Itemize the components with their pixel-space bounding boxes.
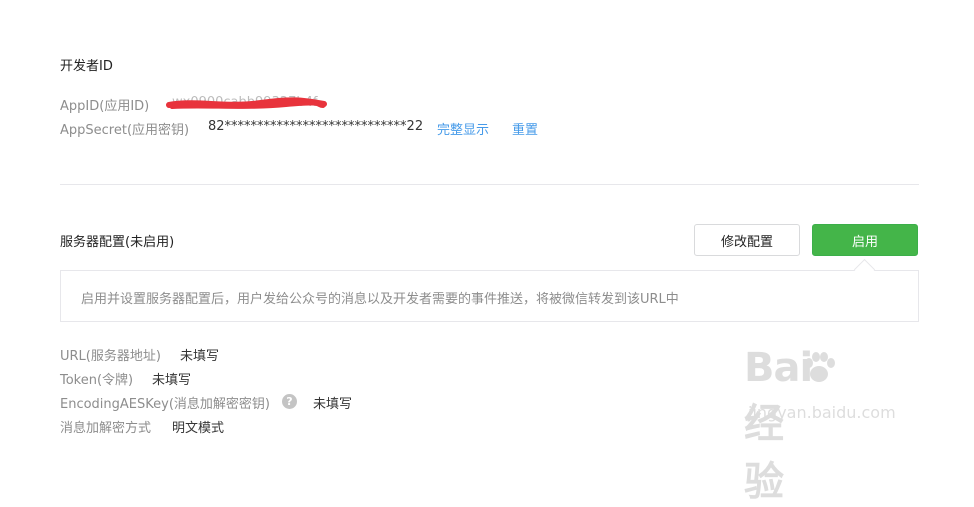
appsecret-label: AppSecret(应用密钥) bbox=[60, 123, 190, 138]
developer-id-title: 开发者ID bbox=[60, 59, 113, 74]
server-config-title: 服务器配置(未启用) bbox=[60, 235, 175, 250]
modify-config-button[interactable]: 修改配置 bbox=[694, 224, 800, 256]
token-value: 未填写 bbox=[152, 373, 192, 388]
redaction-scribble bbox=[166, 97, 327, 109]
server-config-tip-box: 启用并设置服务器配置后，用户发给公众号的消息以及开发者需要的事件推送，将被微信转… bbox=[60, 270, 919, 322]
watermark-url: jingyan.baidu.com bbox=[748, 403, 896, 422]
url-value: 未填写 bbox=[180, 349, 220, 364]
appsecret-value: 82****************************22 bbox=[208, 119, 424, 134]
server-config-tip-text: 启用并设置服务器配置后，用户发给公众号的消息以及开发者需要的事件推送，将被微信转… bbox=[81, 292, 679, 307]
question-circle-icon[interactable]: ? bbox=[282, 394, 297, 409]
url-label: URL(服务器地址) bbox=[60, 349, 161, 364]
section-divider bbox=[60, 184, 919, 185]
watermark-logo-text: Bai经验 bbox=[744, 345, 813, 505]
encoding-aes-key-label: EncodingAESKey(消息加解密密钥) bbox=[60, 397, 270, 412]
token-label: Token(令牌) bbox=[60, 373, 134, 388]
show-full-link[interactable]: 完整显示 bbox=[437, 119, 489, 138]
encryption-mode-label: 消息加解密方式 bbox=[60, 421, 152, 436]
reset-link[interactable]: 重置 bbox=[512, 119, 538, 138]
appid-label: AppID(应用ID) bbox=[60, 99, 150, 114]
encryption-mode-value: 明文模式 bbox=[172, 421, 225, 436]
encoding-aes-key-value: 未填写 bbox=[313, 397, 353, 412]
enable-button[interactable]: 启用 bbox=[812, 224, 918, 256]
